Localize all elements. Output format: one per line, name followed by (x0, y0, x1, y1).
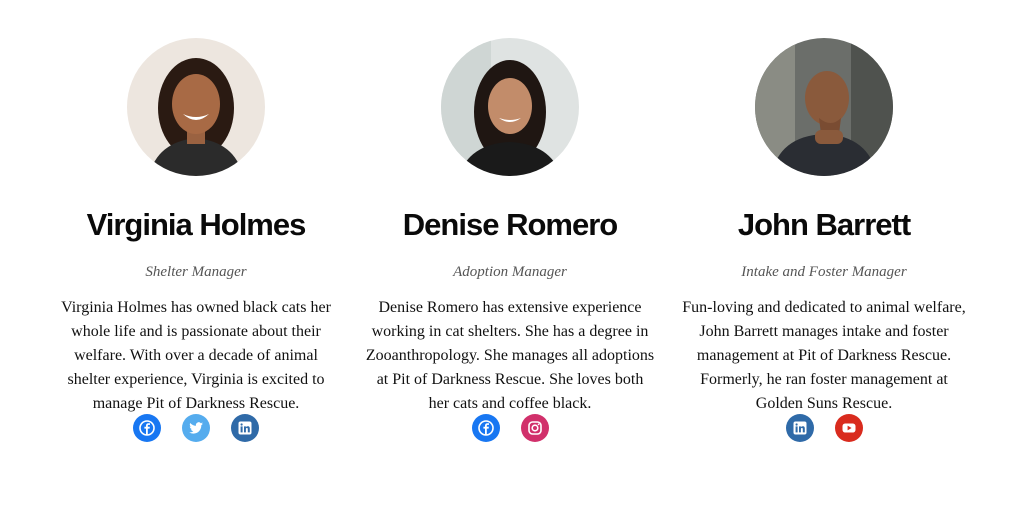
member-bio: Denise Romero has extensive experience w… (365, 299, 655, 412)
linkedin-icon (238, 421, 252, 435)
member-role: Intake and Foster Manager (741, 264, 907, 280)
linkedin-icon (793, 421, 806, 435)
member-role: Adoption Manager (453, 264, 567, 280)
avatar-photo (127, 38, 265, 176)
team-member-card: John Barrett Intake and Foster Manager F… (674, 38, 974, 416)
member-name: John Barrett (737, 207, 911, 242)
avatar (755, 38, 893, 176)
member-name: Virginia Holmes (86, 207, 307, 242)
team-member-card: Denise Romero Adoption Manager Denise Ro… (360, 38, 660, 416)
youtube-icon (842, 423, 855, 433)
social-links (360, 414, 660, 442)
facebook-link[interactable] (133, 414, 161, 442)
facebook-icon (139, 420, 155, 436)
facebook-link[interactable] (471, 414, 500, 442)
twitter-link[interactable] (182, 414, 210, 442)
instagram-icon (527, 421, 542, 435)
youtube-link[interactable] (834, 414, 863, 442)
avatar (441, 38, 579, 176)
team-section: Virginia Holmes Shelter Manager Virginia… (0, 0, 1024, 520)
linkedin-link[interactable] (231, 414, 259, 442)
avatar (127, 38, 265, 176)
facebook-icon (477, 420, 494, 436)
team-member-card: Virginia Holmes Shelter Manager Virginia… (46, 38, 346, 416)
instagram-link[interactable] (520, 414, 549, 442)
member-role: Shelter Manager (145, 264, 247, 280)
member-name: Denise Romero (402, 207, 618, 242)
avatar-photo (755, 38, 893, 176)
linkedin-link[interactable] (785, 414, 814, 442)
avatar-photo (441, 38, 579, 176)
member-bio: Virginia Holmes has owned black cats her… (61, 299, 331, 412)
social-links (46, 414, 346, 442)
twitter-icon (189, 422, 203, 434)
member-bio: Fun-loving and dedicated to animal welfa… (682, 299, 966, 412)
social-links (674, 414, 974, 442)
